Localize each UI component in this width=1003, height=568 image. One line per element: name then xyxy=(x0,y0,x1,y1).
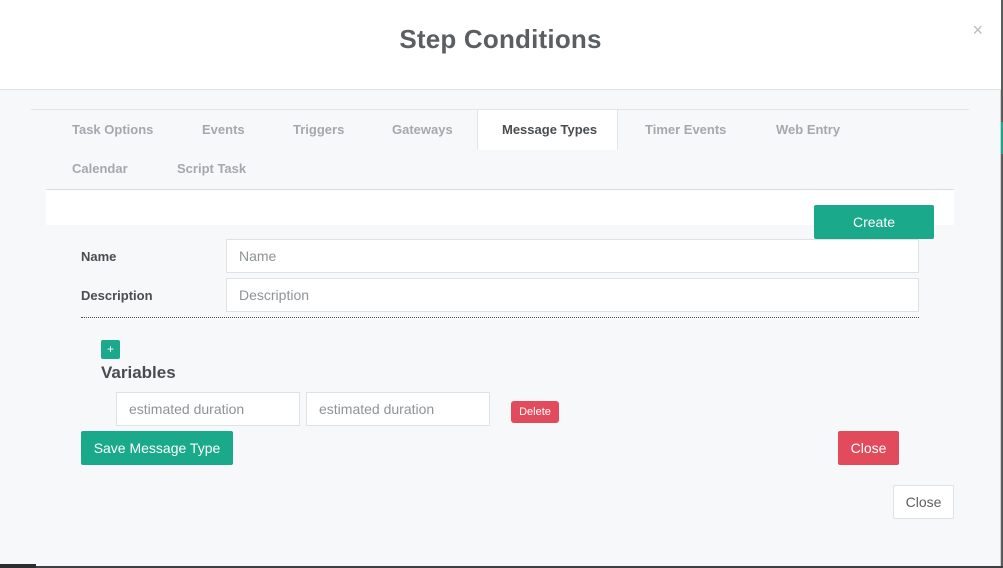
description-input[interactable] xyxy=(226,278,919,312)
form-separator xyxy=(81,317,919,318)
add-variable-button[interactable]: + xyxy=(101,340,120,359)
modal-close-button[interactable]: Close xyxy=(893,485,954,519)
tab-script-task[interactable]: Script Task xyxy=(151,149,272,189)
name-label: Name xyxy=(81,249,117,264)
save-message-type-button[interactable]: Save Message Type xyxy=(81,431,233,465)
tab-web-entry[interactable]: Web Entry xyxy=(750,110,866,150)
tab-task-options[interactable]: Task Options xyxy=(46,110,179,150)
variables-title: Variables xyxy=(101,363,176,382)
tab-bar: Task Options Events Triggers Gateways Me… xyxy=(46,110,954,190)
close-icon[interactable]: × xyxy=(972,20,983,41)
variable-value-input[interactable] xyxy=(306,392,490,426)
tab-events[interactable]: Events xyxy=(176,110,271,150)
window-bottom-corner xyxy=(0,564,36,568)
modal-title: Step Conditions xyxy=(399,24,602,54)
delete-variable-button[interactable]: Delete xyxy=(511,401,559,423)
modal-header: Step Conditions × xyxy=(0,0,1001,90)
step-conditions-modal: Step Conditions × Task Options Events Tr… xyxy=(0,0,1001,566)
tab-timer-events[interactable]: Timer Events xyxy=(619,110,752,150)
variable-name-input[interactable] xyxy=(116,392,300,426)
name-input[interactable] xyxy=(226,239,919,273)
tab-gateways[interactable]: Gateways xyxy=(366,110,479,150)
tab-triggers[interactable]: Triggers xyxy=(267,110,370,150)
plus-icon: + xyxy=(106,342,114,356)
close-form-button[interactable]: Close xyxy=(838,431,899,465)
tab-calendar[interactable]: Calendar xyxy=(46,149,154,189)
description-label: Description xyxy=(81,288,153,303)
create-button[interactable]: Create xyxy=(814,205,934,239)
tab-message-types[interactable]: Message Types xyxy=(477,110,618,150)
